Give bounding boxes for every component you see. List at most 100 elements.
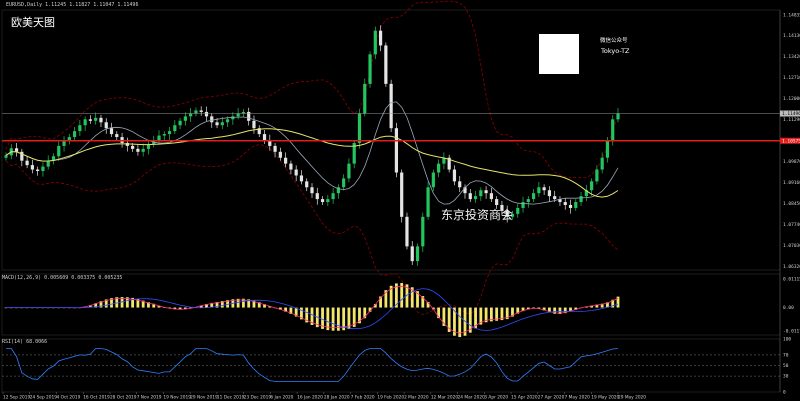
time-tick-label: 7 Nov 2019 bbox=[137, 395, 162, 401]
candle-body bbox=[310, 187, 314, 194]
candle-body bbox=[305, 181, 309, 188]
symbol-info: EURUSD,Daily 1.11245 1.11827 1.11047 1.1… bbox=[6, 2, 139, 8]
time-tick-label: 16 Jan 2020 bbox=[297, 395, 323, 401]
rsi-tick-label: 0 bbox=[783, 390, 786, 396]
candle-body bbox=[526, 199, 530, 203]
candle-body bbox=[426, 187, 430, 217]
time-tick-label: 24 Sep 2019 bbox=[30, 395, 57, 401]
candle-body bbox=[458, 181, 462, 188]
time-tick-label: 7 May 2020 bbox=[565, 395, 591, 401]
candle-body bbox=[178, 120, 182, 126]
macd-pane: 0.011153 0.00 -0.011732 bbox=[4, 277, 800, 338]
candle-body bbox=[199, 110, 203, 112]
time-tick-label: 19 May 2020 bbox=[591, 395, 619, 401]
macd-label: MACD(12,26,9) 0.005609 0.003375 0.005235 bbox=[2, 275, 123, 281]
candle-body bbox=[347, 163, 351, 179]
candle-body bbox=[405, 216, 409, 247]
candle-body bbox=[563, 202, 567, 205]
candle-body bbox=[326, 199, 330, 203]
candle-body bbox=[46, 160, 50, 167]
candle-body bbox=[595, 169, 599, 182]
upper-band bbox=[5, 0, 619, 178]
price-tick-label: 1.09160 bbox=[783, 180, 800, 186]
candle-body bbox=[252, 120, 256, 129]
time-tick-label: 11 Dec 2019 bbox=[217, 395, 245, 401]
time-tick-label: 27 Apr 2020 bbox=[538, 395, 565, 401]
candle-body bbox=[553, 196, 557, 200]
candle-body bbox=[289, 163, 293, 170]
candle-body bbox=[14, 148, 19, 152]
qr-account: Tokyo-TZ bbox=[601, 47, 630, 55]
candle-body bbox=[204, 111, 209, 117]
time-tick-label: 16 Oct 2019 bbox=[83, 395, 110, 401]
candle-body bbox=[41, 166, 45, 172]
candle-body bbox=[537, 187, 541, 194]
candle-body bbox=[278, 151, 282, 158]
candle-body bbox=[484, 190, 488, 194]
page-title: 欧美天图 bbox=[11, 16, 55, 29]
candle-body bbox=[605, 140, 610, 158]
candle-body bbox=[294, 169, 298, 176]
candle-body bbox=[183, 116, 187, 121]
price-tick-label: 1.07030 bbox=[783, 243, 800, 249]
candle-body bbox=[384, 45, 388, 84]
candle-body bbox=[315, 193, 319, 200]
candle-body bbox=[115, 134, 119, 138]
candle-body bbox=[590, 181, 594, 191]
price-tick-label: 1.07740 bbox=[783, 222, 800, 228]
watermark-text: 东京投资商会 bbox=[441, 208, 514, 222]
candle-body bbox=[495, 199, 499, 205]
level-price-label: 1.10575 bbox=[782, 138, 800, 144]
time-tick-label: 23 Dec 2019 bbox=[244, 395, 272, 401]
candle-body bbox=[568, 205, 573, 208]
time-tick-label: 29 Nov 2019 bbox=[190, 395, 218, 401]
candle-body bbox=[131, 145, 135, 149]
candle-body bbox=[57, 145, 61, 157]
candle-body bbox=[284, 157, 288, 164]
candle-body bbox=[83, 119, 87, 126]
candle-body bbox=[220, 122, 224, 126]
candle-body bbox=[225, 119, 230, 123]
candle-body bbox=[262, 134, 267, 140]
candle-body bbox=[194, 110, 198, 114]
time-tick-label: 29 May 2020 bbox=[618, 395, 646, 401]
price-tick-label: 1.08450 bbox=[783, 201, 800, 207]
candle-body bbox=[104, 122, 108, 129]
time-tick-label: 3 Apr 2020 bbox=[484, 395, 508, 401]
time-tick-label: 28 Jan 2020 bbox=[324, 395, 350, 401]
time-tick-label: 2 Mar 2020 bbox=[404, 395, 429, 401]
time-tick-label: 28 Oct 2019 bbox=[110, 395, 137, 401]
price-tick-label: 1.12710 bbox=[783, 75, 800, 81]
price-tick-label: 1.12000 bbox=[783, 96, 800, 102]
candle-body bbox=[78, 125, 82, 132]
price-chart[interactable]: 0.011153 0.00 -0.011732 100 70 50 30 0 1.14835… bbox=[0, 0, 800, 401]
candle-body bbox=[94, 117, 98, 121]
candle-body bbox=[210, 116, 214, 123]
candle-body bbox=[394, 128, 399, 173]
candle-body bbox=[363, 83, 367, 114]
candle-body bbox=[320, 199, 325, 203]
time-tick-label: 24 Mar 2020 bbox=[458, 395, 486, 401]
price-tick-label: 1.14130 bbox=[783, 33, 800, 39]
candle-body bbox=[431, 172, 435, 188]
candle-body bbox=[410, 246, 414, 262]
candle-body bbox=[579, 196, 583, 203]
candle-body bbox=[531, 193, 536, 200]
candle-body bbox=[489, 193, 493, 200]
candle-body bbox=[30, 165, 34, 170]
candle-body bbox=[421, 216, 425, 247]
time-tick-label: 15 Apr 2020 bbox=[511, 395, 538, 401]
time-tick-label: 4 Oct 2019 bbox=[56, 395, 80, 401]
macd-tick-label: -0.011732 bbox=[783, 329, 800, 335]
rsi-tick-label: 100 bbox=[783, 337, 791, 343]
candle-body bbox=[342, 178, 346, 188]
time-axis: 12 Sep 2019 24 Sep 2019 4 Oct 2019 16 Oct 2… bbox=[2, 392, 646, 401]
candle-body bbox=[574, 202, 578, 208]
candle-body bbox=[437, 163, 441, 173]
candle-body bbox=[215, 122, 219, 126]
candle-body bbox=[400, 172, 404, 217]
candle-body bbox=[136, 148, 140, 152]
candle-body bbox=[4, 155, 8, 158]
candle-body bbox=[36, 169, 40, 172]
time-tick-label: 19 Feb 2020 bbox=[377, 395, 404, 401]
